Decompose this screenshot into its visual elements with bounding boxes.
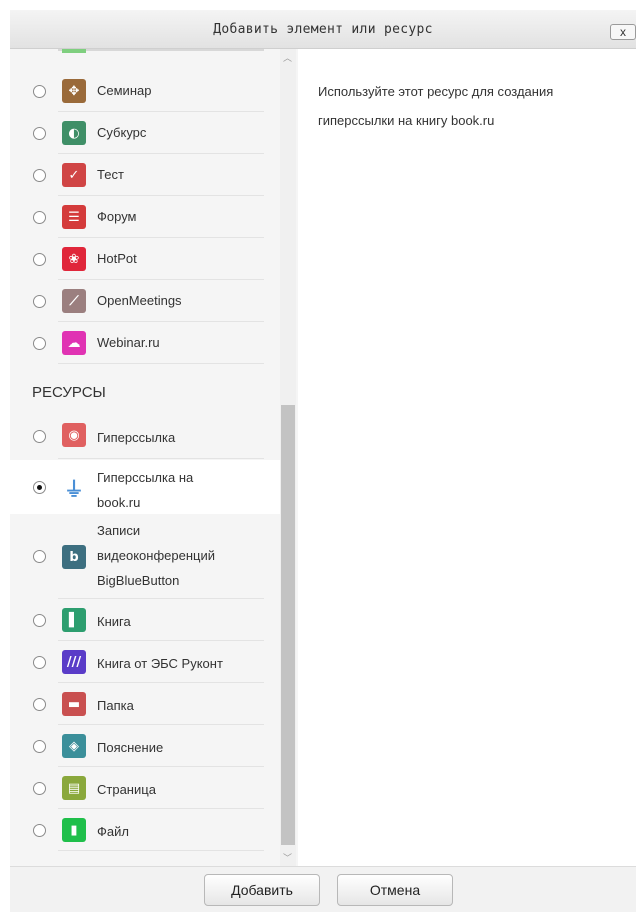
option-radio[interactable]: [33, 481, 46, 494]
option-label: OpenMeetings: [97, 293, 182, 308]
option-label: Книга: [97, 614, 131, 629]
plug-icon: ⏚: [64, 476, 84, 501]
option-label: Файл: [97, 824, 129, 839]
resource-description: Используйте этот ресурс для создания гип…: [318, 84, 554, 128]
option-page[interactable]: ▤ Страница: [10, 767, 278, 809]
option-radio[interactable]: [33, 211, 46, 224]
close-icon: x: [620, 25, 626, 39]
scrollbar-thumb[interactable]: [281, 405, 295, 845]
option-label: Папка: [97, 698, 134, 713]
option-label: Семинар: [97, 83, 152, 98]
scroll-down-arrow-icon[interactable]: ﹀: [283, 851, 292, 864]
option-label-line: BigBlueButton: [97, 573, 180, 588]
list-scrollbar[interactable]: ︿ ﹀: [280, 49, 296, 866]
option-subcourse[interactable]: ◐ Субкурс: [10, 112, 278, 154]
option-hotpot[interactable]: ❀ HotPot: [10, 238, 278, 280]
option-radio[interactable]: [33, 782, 46, 795]
openmeetings-icon: ⟋: [62, 289, 86, 313]
option-forum[interactable]: ☰ Форум: [10, 196, 278, 238]
dialog-title: Добавить элемент или ресурс: [213, 22, 433, 37]
option-plug[interactable]: ⏚ Гиперссылка на book.ru: [10, 460, 280, 514]
option-label-line: Записи: [97, 523, 141, 538]
row-separator: [58, 850, 264, 851]
option-book[interactable]: ▌ Книга: [10, 599, 278, 641]
book-icon: ▌: [62, 608, 86, 632]
subcourse-icon: ◐: [62, 121, 86, 145]
bigbluebutton-icon: b: [62, 545, 86, 569]
option-label: Тест: [97, 167, 124, 182]
top-partial-icon: [62, 49, 86, 53]
option-file[interactable]: ▮ Файл: [10, 809, 278, 851]
label-icon: ◈: [62, 734, 86, 758]
option-label: Страница: [97, 782, 156, 797]
close-button[interactable]: x: [610, 24, 636, 40]
option-label: Гиперссылка на book.ru: [97, 465, 267, 515]
webinar-icon: ☁: [62, 331, 86, 355]
option-radio[interactable]: [33, 85, 46, 98]
file-icon: ▮: [62, 818, 86, 842]
url-icon: ◉: [62, 423, 86, 447]
row-separator: [58, 458, 264, 459]
option-radio[interactable]: [33, 430, 46, 443]
option-label: Субкурс: [97, 125, 147, 140]
option-radio[interactable]: [33, 169, 46, 182]
option-label-line: видеоконференций: [97, 548, 215, 563]
option-label-line: Гиперссылка на: [97, 470, 194, 485]
option-webinar[interactable]: ☁ Webinar.ru: [10, 322, 278, 364]
dialog-footer: Добавить Отмена: [10, 866, 636, 912]
option-radio[interactable]: [33, 740, 46, 753]
option-openmeetings[interactable]: ⟋ OpenMeetings: [10, 280, 278, 322]
option-radio[interactable]: [33, 295, 46, 308]
option-quiz[interactable]: ✓ Тест: [10, 154, 278, 196]
option-radio[interactable]: [33, 614, 46, 627]
forum-icon: ☰: [62, 205, 86, 229]
option-label: Webinar.ru: [97, 335, 160, 350]
workshop-icon: ✥: [62, 79, 86, 103]
row-separator: [58, 363, 264, 364]
scroll-up-arrow-icon[interactable]: ︿: [283, 51, 292, 64]
option-label: Книга от ЭБС Руконт: [97, 656, 223, 671]
hotpot-icon: ❀: [62, 247, 86, 271]
add-button[interactable]: Добавить: [204, 874, 320, 906]
option-label: Записи видеоконференций BigBlueButton: [97, 518, 267, 593]
option-url[interactable]: ◉ Гиперссылка: [10, 413, 278, 459]
top-partial-item: [58, 49, 264, 51]
option-label: HotPot: [97, 251, 137, 266]
dialog-titlebar: Добавить элемент или ресурс x: [10, 10, 636, 49]
option-radio[interactable]: [33, 550, 46, 563]
rucont-book-icon: ///: [62, 650, 86, 674]
option-rucont-book[interactable]: /// Книга от ЭБС Руконт: [10, 641, 278, 683]
folder-icon: ▬: [62, 692, 86, 716]
option-label: Гиперссылка: [97, 430, 176, 445]
option-radio[interactable]: [33, 253, 46, 266]
page-icon: ▤: [62, 776, 86, 800]
option-radio[interactable]: [33, 824, 46, 837]
add-activity-dialog: Добавить элемент или ресурс x ✥ Семинар ◐ С…: [10, 10, 636, 912]
option-radio[interactable]: [33, 698, 46, 711]
cancel-button[interactable]: Отмена: [337, 874, 453, 906]
option-label[interactable]: ◈ Пояснение: [10, 725, 278, 767]
option-folder[interactable]: ▬ Папка: [10, 683, 278, 725]
option-workshop[interactable]: ✥ Семинар: [10, 70, 278, 112]
description-panel: Используйте этот ресурс для создания гип…: [298, 49, 636, 866]
quiz-icon: ✓: [62, 163, 86, 187]
option-label: Пояснение: [97, 740, 164, 755]
option-label-line: book.ru: [97, 495, 141, 510]
option-radio[interactable]: [33, 656, 46, 669]
resources-heading: РЕСУРСЫ: [32, 384, 106, 401]
option-bigbluebutton[interactable]: b Записи видеоконференций BigBlueButton: [10, 514, 278, 599]
option-radio[interactable]: [33, 127, 46, 140]
option-label: Форум: [97, 209, 137, 224]
options-list: ✥ Семинар ◐ Субкурс ✓ Тест ☰ Форум ❀ HotPot ⟋ OpenM…: [10, 49, 298, 866]
option-radio[interactable]: [33, 337, 46, 350]
